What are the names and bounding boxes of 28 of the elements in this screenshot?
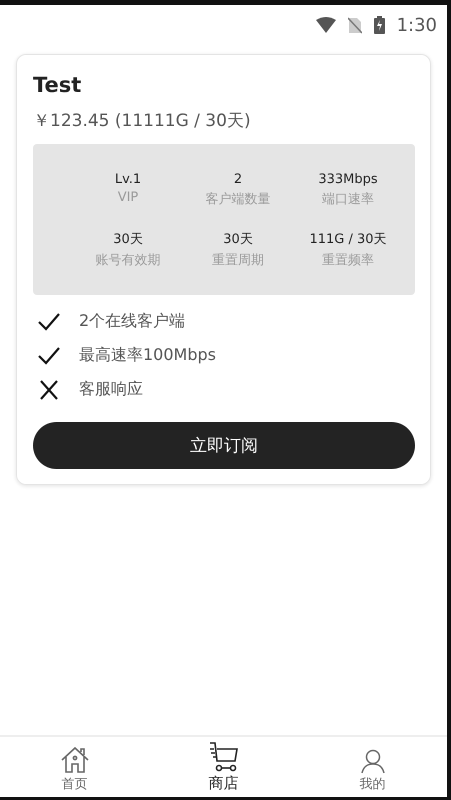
stat-label: 重置频率 bbox=[322, 252, 374, 269]
home-icon bbox=[60, 746, 90, 774]
subscribe-button[interactable]: 立即订阅 bbox=[33, 422, 415, 469]
stat-value: Lv.1 bbox=[114, 172, 142, 187]
wifi-icon bbox=[316, 17, 336, 33]
status-time: 1:30 bbox=[396, 14, 437, 36]
stat-value: 2 bbox=[234, 172, 242, 187]
nav-tab[interactable]: 首页 bbox=[0, 737, 149, 797]
plan-price: ￥123.45 (11111G / 30天) bbox=[33, 110, 252, 132]
stat-label: 重置周期 bbox=[212, 252, 264, 269]
battery-icon bbox=[374, 16, 385, 34]
nav-tab[interactable]: 我的 bbox=[298, 737, 447, 797]
user-icon bbox=[360, 748, 386, 774]
feature-text: 最高速率100Mbps bbox=[79, 345, 216, 366]
feature-text: 2个在线客户端 bbox=[79, 311, 186, 332]
stat-value: 30天 bbox=[113, 231, 143, 248]
stat-label: VIP bbox=[118, 190, 138, 205]
stat-label: 客户端数量 bbox=[206, 191, 270, 208]
stat-value: 30天 bbox=[223, 231, 253, 248]
no-sim-icon bbox=[348, 16, 362, 34]
feature-text: 客服响应 bbox=[79, 379, 143, 400]
stat-label: 端口速率 bbox=[322, 191, 374, 208]
cart-icon bbox=[208, 741, 240, 773]
stat-value: 333Mbps bbox=[318, 172, 378, 187]
nav-tab[interactable]: 商店 bbox=[149, 737, 298, 797]
plan-title: Test bbox=[33, 73, 82, 97]
stat-label: 账号有效期 bbox=[96, 252, 160, 269]
stat-value: 111G / 30天 bbox=[309, 231, 387, 248]
